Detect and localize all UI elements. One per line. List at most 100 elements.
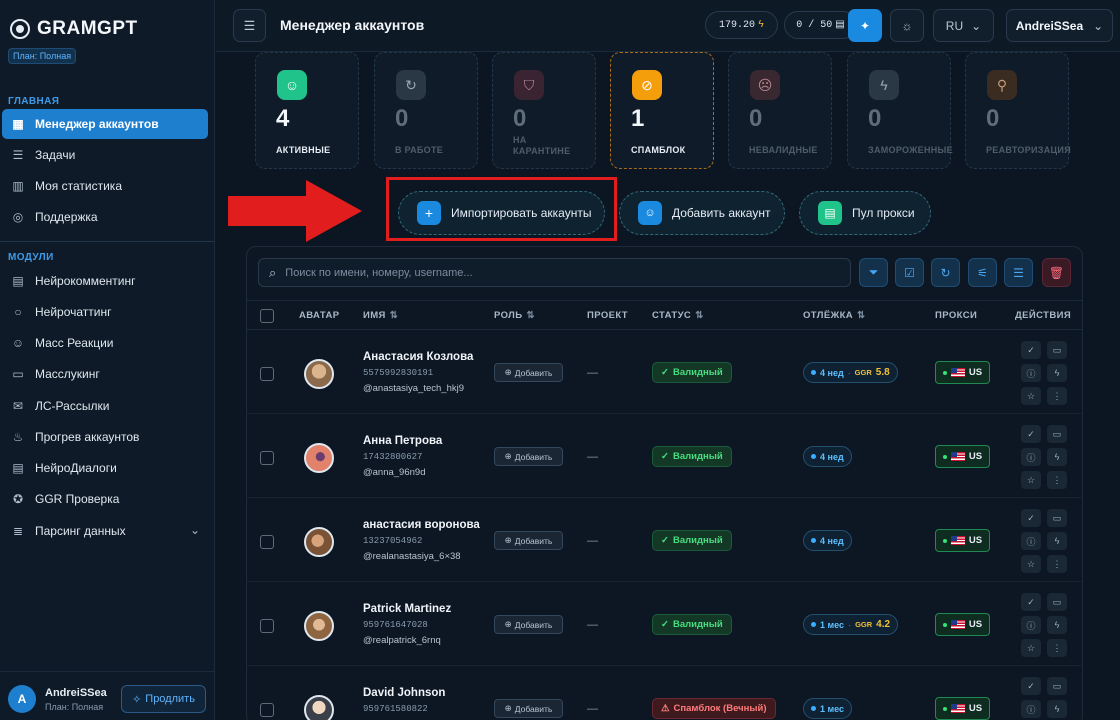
proxy-badge[interactable]: US [935,361,990,384]
chat-action-button[interactable]: ▭ [1047,677,1067,695]
bolt-action-button[interactable]: ϟ [1047,532,1067,550]
sidebar-item-masslooking[interactable]: ▭ Масслукинг [2,359,208,389]
info-action-button[interactable]: ⓘ [1021,700,1041,718]
bolt-action-button[interactable]: ϟ [1047,700,1067,718]
chat-action-button[interactable]: ▭ [1047,425,1067,443]
row-checkbox[interactable] [260,703,274,717]
brand[interactable]: GRAMGPT [10,18,138,40]
table-row[interactable]: Анастасия Козлова 5575992830191 @anastas… [247,331,1082,414]
row-checkbox[interactable] [260,367,274,381]
us-flag-icon [950,536,965,545]
sidebar-item-accounts-manager[interactable]: ▦ Менеджер аккаунтов [2,109,208,139]
select-all-checkbox[interactable] [260,309,274,323]
menu-toggle-button[interactable]: ☰ [233,9,266,42]
add-role-button[interactable]: ⊕ Добавить [494,615,563,634]
more-action-button[interactable]: ⋮ [1047,471,1067,489]
more-action-button[interactable]: ⋮ [1047,639,1067,657]
stat-card-frozen[interactable]: ϟ 0 ЗАМОРОЖЕННЫЕ [847,52,953,169]
add-account-button[interactable]: ☺ Добавить аккаунт [619,191,785,235]
check-action-button[interactable]: ✓ [1021,425,1041,443]
user-menu-name: AndreiSSea [1015,18,1084,33]
user-menu[interactable]: AndreiSSea ⌄ [1006,9,1113,42]
favorite-action-button[interactable]: ☆ [1021,471,1041,489]
check-action-button[interactable]: ✓ [1021,593,1041,611]
column-header-role[interactable]: РОЛЬ ⇅ [494,310,535,321]
theme-toggle-button[interactable]: ☼ [890,9,924,42]
column-header-name[interactable]: ИМЯ ⇅ [363,310,398,321]
sidebar-item-tasks[interactable]: ☰ Задачи [2,140,208,170]
status-label: Валидный [672,619,723,630]
more-action-button[interactable]: ⋮ [1047,387,1067,405]
table-row[interactable]: Patrick Martinez 959761647028 @realpatri… [247,583,1082,666]
row-checkbox[interactable] [260,535,274,549]
column-header-status[interactable]: СТАТУС ⇅ [652,310,704,321]
check-action-button[interactable]: ✓ [1021,677,1041,695]
row-checkbox[interactable] [260,451,274,465]
info-action-button[interactable]: ⓘ [1021,532,1041,550]
delete-button[interactable]: 🗑 [1042,258,1071,287]
table-row[interactable]: Анна Петрова 17432800627 @anna_96n9d ⊕ До… [247,415,1082,498]
bolt-action-button[interactable]: ϟ [1047,448,1067,466]
add-role-button[interactable]: ⊕ Добавить [494,447,563,466]
stat-card-invalid[interactable]: ☹ 0 НЕВАЛИДНЫЕ [728,52,832,169]
sidebar-item-mass-reactions[interactable]: ☺ Масс Реакции [2,328,208,358]
stat-card-reauth[interactable]: ⚲ 0 РЕАВТОРИЗАЦИЯ [965,52,1071,169]
settings-button[interactable]: ⚟ [968,258,997,287]
avatar [304,359,334,389]
sidebar-item-warmup[interactable]: ♨ Прогрев аккаунтов [2,422,208,452]
search-input[interactable]: ⌕ Поиск по имени, номеру, username... [258,258,851,287]
avatar[interactable]: A [8,685,36,713]
stat-card-active[interactable]: ☺ 4 АКТИВНЫЕ [255,52,359,169]
stat-card-in-work[interactable]: ↻ 0 В РАБОТЕ [374,52,478,169]
bolt-action-button[interactable]: ϟ [1047,364,1067,382]
check-action-button[interactable]: ✓ [1021,341,1041,359]
ai-button[interactable]: ✦ [848,9,882,42]
rest-badge: 1 мес [803,698,853,719]
add-role-button[interactable]: ⊕ Добавить [494,363,563,382]
check-action-button[interactable]: ✓ [1021,509,1041,527]
sidebar-item-neurodialogs[interactable]: ▤ НейроДиалоги [2,453,208,483]
table-row[interactable]: David Johnson 959761580822 ⊕ Добавить — ⚠… [247,667,1082,720]
chat-action-button[interactable]: ▭ [1047,509,1067,527]
sidebar-item-neurocommenting[interactable]: ▤ Нейрокомментинг [2,266,208,296]
counter-pill[interactable]: 0 / 50 ▤ [784,11,857,39]
info-action-button[interactable]: ⓘ [1021,616,1041,634]
proxy-pool-button[interactable]: ▤ Пул прокси [799,191,931,235]
favorite-action-button[interactable]: ☆ [1021,387,1041,405]
stat-card-quarantine[interactable]: ⛉ 0 НА КАРАНТИНЕ [492,52,596,169]
list-view-button[interactable]: ☰ [1004,258,1033,287]
add-role-button[interactable]: ⊕ Добавить [494,699,563,718]
proxy-badge[interactable]: US [935,529,990,552]
bolt-action-button[interactable]: ϟ [1047,616,1067,634]
sidebar-item-neurochatting[interactable]: ○ Нейрочаттинг [2,297,208,327]
more-action-button[interactable]: ⋮ [1047,555,1067,573]
refresh-button[interactable]: ↻ [931,258,960,287]
sidebar-item-parsing[interactable]: ≣ Парсинг данных ⌄ [2,516,208,546]
proxy-badge[interactable]: US [935,613,990,636]
favorite-action-button[interactable]: ☆ [1021,555,1041,573]
proxy-badge[interactable]: US [935,445,990,468]
balance-pill[interactable]: 179.20 ϟ [705,11,778,39]
sidebar-item-ggr-check[interactable]: ✪ GGR Проверка [2,484,208,514]
proxy-badge[interactable]: US [935,697,990,720]
info-action-button[interactable]: ⓘ [1021,448,1041,466]
chat-action-button[interactable]: ▭ [1047,593,1067,611]
column-header-rest[interactable]: ОТЛЁЖКА ⇅ [803,310,865,321]
status-label: Валидный [672,451,723,462]
row-checkbox[interactable] [260,619,274,633]
filter-button[interactable]: ⏷ [859,258,888,287]
stat-card-spamblock[interactable]: ⊘ 1 СПАМБЛОК [610,52,714,169]
ban-icon: ⊘ [632,70,662,100]
sidebar-item-statistics[interactable]: ▥ Моя статистика [2,171,208,201]
table-row[interactable]: анастасия воронова 13237054962 @realanas… [247,499,1082,582]
sun-icon: ☼ [901,18,913,33]
add-role-button[interactable]: ⊕ Добавить [494,531,563,550]
info-action-button[interactable]: ⓘ [1021,364,1041,382]
sidebar-item-support[interactable]: ◎ Поддержка [2,202,208,232]
extend-button[interactable]: ✧ Продлить [121,685,206,713]
select-button[interactable]: ☑ [895,258,924,287]
sidebar-item-dm-mailing[interactable]: ✉ ЛС-Рассылки [2,391,208,421]
chat-action-button[interactable]: ▭ [1047,341,1067,359]
language-select[interactable]: RU ⌄ [933,9,994,42]
favorite-action-button[interactable]: ☆ [1021,639,1041,657]
